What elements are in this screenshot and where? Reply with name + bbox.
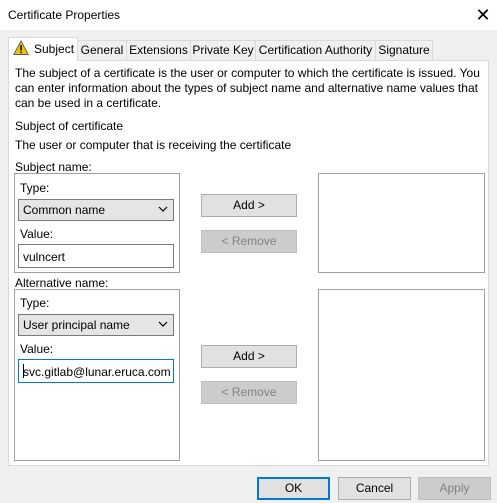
alternative-name-label: Alternative name:	[15, 276, 109, 290]
tab-extensions[interactable]: Extensions	[126, 40, 191, 60]
tab-label: Private Key	[192, 43, 254, 57]
tab-signature[interactable]: Signature	[375, 40, 433, 60]
window-title: Certificate Properties	[8, 8, 121, 22]
tab-general[interactable]: General	[77, 40, 127, 60]
subject-type-dropdown[interactable]: Common name	[18, 199, 174, 221]
tab-label: Certification Authority	[258, 43, 373, 57]
subject-name-label: Subject name:	[15, 160, 92, 174]
subject-of-certificate-heading: Subject of certificate	[15, 119, 124, 133]
subject-value-label: Value:	[20, 227, 54, 241]
alternative-type-label: Type:	[20, 296, 50, 310]
alternative-value-label: Value:	[20, 342, 54, 356]
alternative-remove-button[interactable]: < Remove	[201, 381, 297, 404]
subject-add-button[interactable]: Add >	[201, 194, 297, 217]
close-icon[interactable]: ✕	[470, 3, 496, 27]
subject-remove-button[interactable]: < Remove	[201, 230, 297, 253]
tab-private-key[interactable]: Private Key	[190, 40, 256, 60]
alternative-type-dropdown[interactable]: User principal name	[18, 314, 174, 336]
chevron-down-icon	[158, 321, 168, 327]
alternative-value-text: svc.gitlab@lunar.eruca.com	[23, 365, 171, 379]
subject-value-text: vulncert	[23, 250, 66, 264]
intro-text: The subject of a certificate is the user…	[15, 66, 480, 110]
tab-label: Extensions	[129, 43, 188, 57]
apply-button[interactable]: Apply	[418, 477, 491, 500]
alternative-add-button[interactable]: Add >	[201, 345, 297, 368]
subject-type-label: Type:	[20, 181, 50, 195]
alternative-type-value: User principal name	[23, 318, 130, 332]
subject-of-certificate-description: The user or computer that is receiving t…	[15, 138, 292, 152]
subject-type-value: Common name	[23, 203, 106, 217]
tab-label: Subject	[34, 42, 75, 56]
tab-certification-authority[interactable]: Certification Authority	[255, 40, 376, 60]
tab-label: General	[80, 43, 124, 57]
cancel-button[interactable]: Cancel	[338, 477, 411, 500]
warning-icon	[13, 40, 29, 55]
text-cursor	[23, 364, 24, 378]
subject-value-input[interactable]: vulncert	[18, 244, 174, 268]
chevron-down-icon	[158, 206, 168, 212]
ok-button[interactable]: OK	[257, 477, 330, 500]
subject-name-list[interactable]	[318, 173, 485, 273]
alternative-value-input[interactable]: svc.gitlab@lunar.eruca.com	[18, 359, 174, 383]
alternative-name-list[interactable]	[318, 289, 485, 461]
tab-label: Signature	[378, 43, 430, 57]
